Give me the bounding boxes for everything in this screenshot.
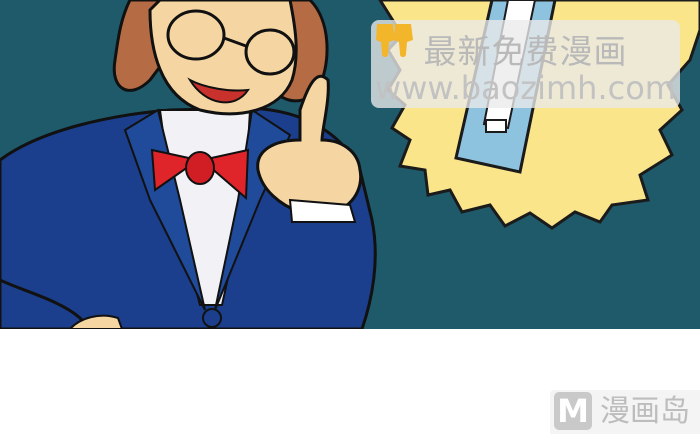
watermark-banner: 最新免费漫画 www.baozimh.com	[371, 20, 680, 108]
pointing-down-icon	[376, 24, 395, 57]
watermark-title: 最新免费漫画	[423, 32, 628, 71]
comic-panel: 最新免费漫画 www.baozimh.com	[0, 0, 700, 329]
watermark-url: www.baozimh.com	[375, 69, 676, 107]
logo-letter: M	[554, 392, 592, 430]
site-logo: M 漫画岛	[550, 390, 700, 434]
logo-text: 漫画岛	[600, 394, 690, 429]
